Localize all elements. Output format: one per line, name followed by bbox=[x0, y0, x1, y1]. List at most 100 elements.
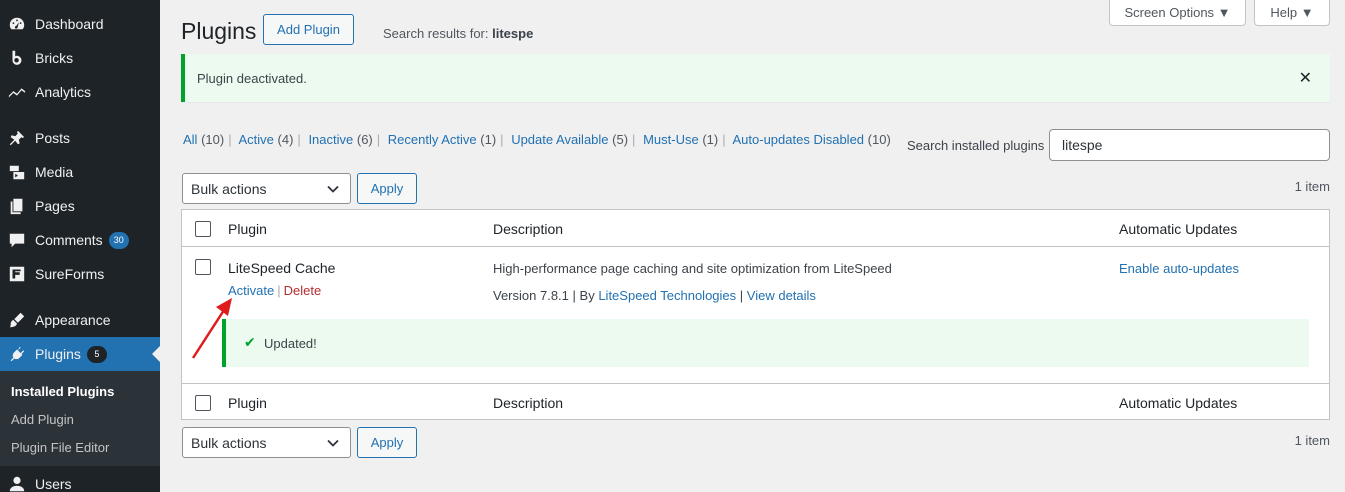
filter-must-use[interactable]: Must-Use bbox=[643, 132, 699, 147]
action-separator: | bbox=[277, 283, 281, 298]
sidebar-label: SureForms bbox=[35, 266, 105, 282]
filter-separator: | bbox=[376, 132, 381, 147]
bulk-actions-select-top[interactable]: Bulk actions bbox=[182, 173, 351, 204]
column-plugin-footer[interactable]: Plugin bbox=[228, 395, 267, 411]
filter-recently-active[interactable]: Recently Active bbox=[388, 132, 477, 147]
filter-separator: | bbox=[500, 132, 504, 147]
page-title: Plugins bbox=[181, 18, 257, 44]
annotation-arrow-icon bbox=[191, 298, 232, 359]
filter-active[interactable]: Active bbox=[239, 132, 274, 147]
filter-count: (5) bbox=[612, 132, 629, 147]
view-details-link[interactable]: View details bbox=[747, 288, 816, 303]
sidebar-item-analytics[interactable]: Analytics bbox=[0, 75, 160, 109]
sidebar-label: Users bbox=[35, 476, 72, 492]
submenu-add-plugin[interactable]: Add Plugin bbox=[11, 412, 74, 427]
comments-icon bbox=[7, 230, 27, 250]
column-description-footer: Description bbox=[493, 395, 564, 411]
meta-separator: | bbox=[572, 288, 576, 303]
filter-count: (6) bbox=[356, 132, 373, 147]
sidebar-label: Plugins bbox=[35, 346, 81, 362]
plugin-version: Version 7.8.1 bbox=[493, 288, 569, 303]
plugins-table: Plugin Description Automatic Updates Lit… bbox=[181, 209, 1330, 420]
search-results-term: litespe bbox=[492, 26, 534, 41]
filter-count: (1) bbox=[702, 132, 719, 147]
screen-options-button[interactable]: Screen Options ▼ bbox=[1109, 0, 1246, 26]
sidebar-item-bricks[interactable]: Bricks bbox=[0, 41, 160, 75]
admin-sidebar: Dashboard Bricks Analytics Posts Media P… bbox=[0, 0, 160, 492]
filter-separator: | bbox=[297, 132, 301, 147]
updated-message: Updated! bbox=[264, 336, 317, 351]
users-icon bbox=[7, 474, 27, 492]
sidebar-label: Posts bbox=[35, 130, 71, 146]
dashboard-icon bbox=[7, 14, 27, 34]
column-plugin[interactable]: Plugin bbox=[228, 221, 267, 237]
bulk-actions-select-bottom[interactable]: Bulk actions bbox=[182, 427, 351, 458]
bulk-actions-label: Bulk actions bbox=[191, 180, 267, 197]
select-all-checkbox-footer[interactable] bbox=[195, 395, 211, 411]
sidebar-label: Media bbox=[35, 164, 74, 180]
filter-all[interactable]: All bbox=[183, 132, 197, 147]
filter-separator: | bbox=[632, 132, 636, 147]
media-icon bbox=[7, 162, 27, 182]
submenu-installed-plugins[interactable]: Installed Plugins bbox=[11, 384, 114, 399]
sidebar-item-media[interactable]: Media bbox=[0, 155, 160, 189]
bulk-actions-label: Bulk actions bbox=[191, 434, 267, 451]
check-icon: ✔ bbox=[244, 334, 256, 350]
add-plugin-button[interactable]: Add Plugin bbox=[263, 14, 354, 45]
column-automatic-updates: Automatic Updates bbox=[1119, 221, 1238, 237]
column-description: Description bbox=[493, 221, 564, 237]
sidebar-item-dashboard[interactable]: Dashboard bbox=[0, 7, 160, 41]
chevron-down-icon bbox=[327, 185, 339, 193]
plugins-submenu: Installed Plugins Add Plugin Plugin File… bbox=[0, 371, 160, 466]
search-input[interactable] bbox=[1049, 129, 1330, 161]
plugin-meta: Version 7.8.1 | By LiteSpeed Technologie… bbox=[493, 288, 816, 303]
submenu-plugin-file-editor[interactable]: Plugin File Editor bbox=[11, 440, 109, 455]
filter-auto-updates-disabled[interactable]: Auto-updates Disabled bbox=[733, 132, 865, 147]
close-icon[interactable]: ✕ bbox=[1299, 68, 1312, 88]
pages-icon bbox=[7, 196, 27, 216]
filter-separator: | bbox=[722, 132, 726, 147]
column-automatic-updates-footer: Automatic Updates bbox=[1119, 395, 1238, 411]
table-header: Plugin Description Automatic Updates bbox=[182, 210, 1329, 247]
plugin-description: High-performance page caching and site o… bbox=[493, 261, 892, 276]
current-menu-arrow bbox=[152, 346, 160, 362]
row-actions: Activate | Delete bbox=[228, 283, 321, 298]
apply-button-bottom[interactable]: Apply bbox=[357, 427, 417, 458]
updated-notice: ✔ Updated! bbox=[222, 319, 1309, 367]
search-label: Search installed plugins bbox=[907, 138, 1045, 153]
deactivated-notice: Plugin deactivated. ✕ bbox=[181, 54, 1330, 102]
help-button[interactable]: Help ▼ bbox=[1254, 0, 1330, 26]
apply-button-top[interactable]: Apply bbox=[357, 173, 417, 204]
by-label: By bbox=[579, 288, 595, 303]
sidebar-item-users[interactable]: Users bbox=[0, 467, 160, 492]
sidebar-label: Dashboard bbox=[35, 16, 104, 32]
delete-link[interactable]: Delete bbox=[284, 283, 322, 298]
sidebar-label: Comments bbox=[35, 232, 103, 248]
sidebar-item-comments[interactable]: Comments 30 bbox=[0, 223, 160, 257]
sidebar-item-pages[interactable]: Pages bbox=[0, 189, 160, 223]
filter-separator: | bbox=[228, 132, 232, 147]
sidebar-item-sureforms[interactable]: SureForms bbox=[0, 257, 160, 291]
bricks-icon bbox=[7, 48, 27, 68]
analytics-icon bbox=[7, 82, 27, 102]
sidebar-item-plugins[interactable]: Plugins 5 bbox=[0, 337, 160, 371]
author-link[interactable]: LiteSpeed Technologies bbox=[598, 288, 736, 303]
meta-separator: | bbox=[739, 288, 744, 303]
plugin-status-filters: All (10) | Active (4) | Inactive (6) | Rece… bbox=[183, 132, 891, 147]
filter-inactive[interactable]: Inactive bbox=[308, 132, 353, 147]
filter-count: (10) bbox=[867, 132, 891, 147]
plugin-icon bbox=[7, 344, 27, 364]
row-checkbox[interactable] bbox=[195, 259, 211, 275]
enable-auto-updates-link[interactable]: Enable auto-updates bbox=[1119, 261, 1239, 276]
comments-count-badge: 30 bbox=[108, 231, 129, 249]
chevron-down-icon bbox=[327, 439, 339, 447]
filter-update-available[interactable]: Update Available bbox=[511, 132, 608, 147]
sidebar-item-posts[interactable]: Posts bbox=[0, 121, 160, 155]
table-footer: Plugin Description Automatic Updates bbox=[182, 383, 1329, 420]
items-count-bottom: 1 item bbox=[1294, 433, 1330, 448]
filter-count: (10) bbox=[201, 132, 225, 147]
brush-icon bbox=[7, 310, 27, 330]
search-results-prefix: Search results for: bbox=[383, 26, 489, 41]
sidebar-item-appearance[interactable]: Appearance bbox=[0, 303, 160, 337]
select-all-checkbox[interactable] bbox=[195, 221, 211, 237]
